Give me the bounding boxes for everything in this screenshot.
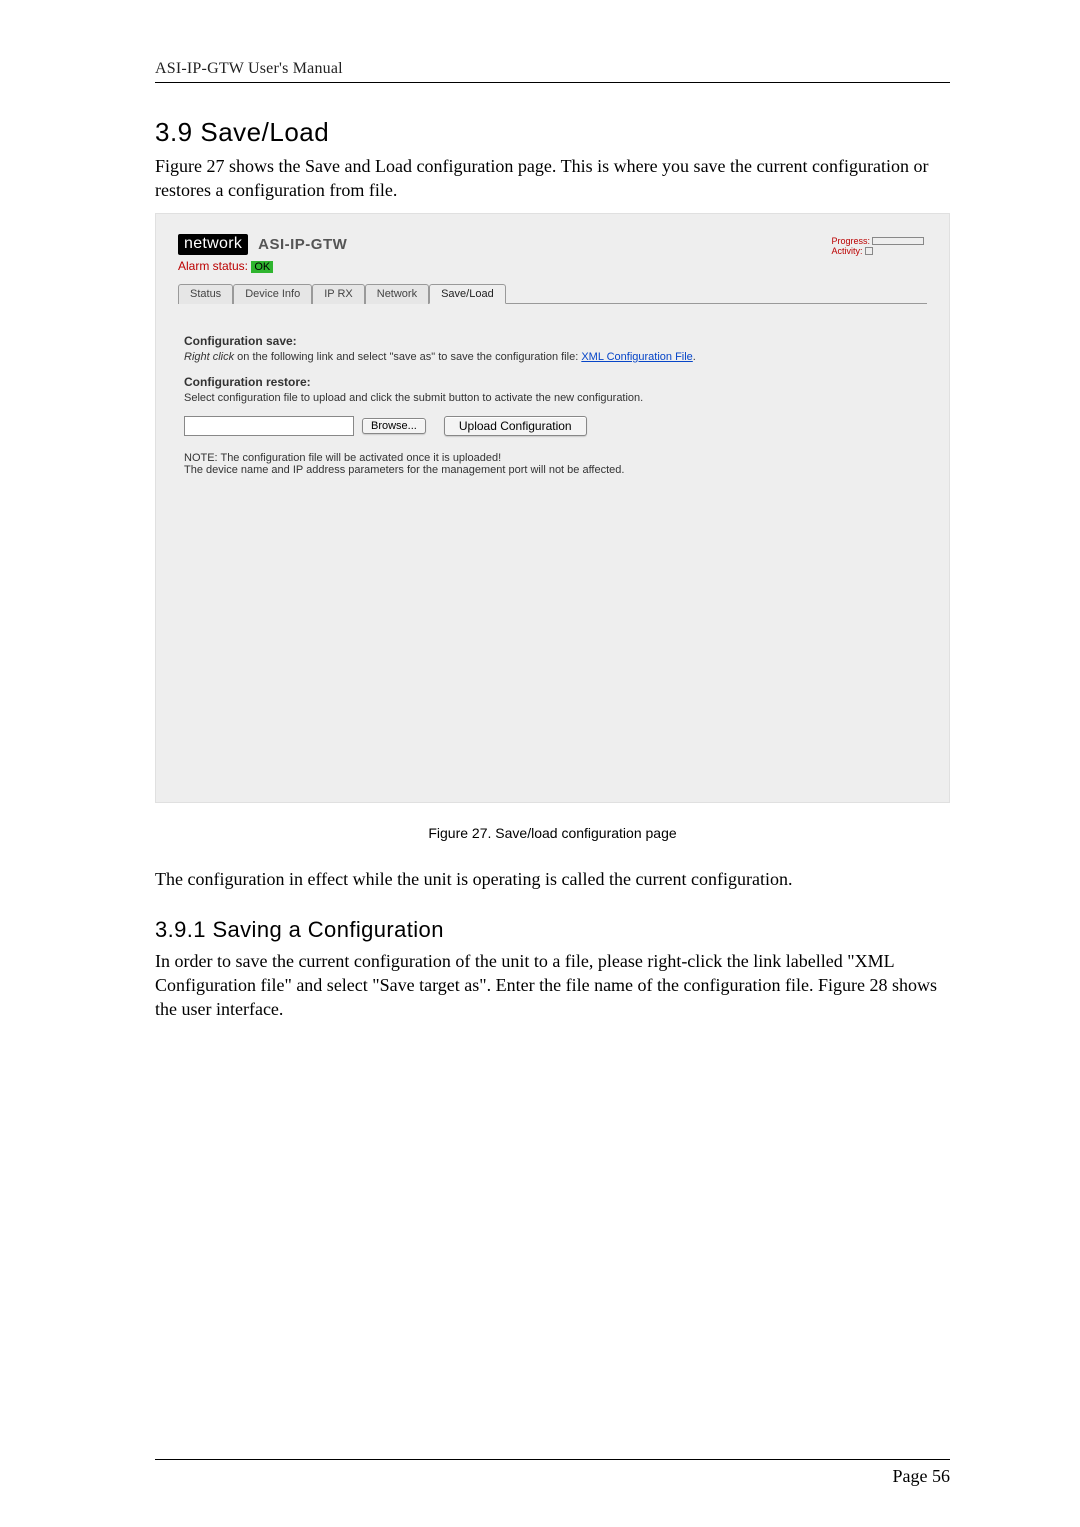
config-save-suffix: .	[693, 351, 696, 363]
file-path-input[interactable]	[184, 416, 354, 436]
config-save-mid: on the following link and select "save a…	[234, 351, 581, 363]
config-restore-text: Select configuration file to upload and …	[184, 392, 921, 404]
page-footer: Page 56	[155, 1459, 950, 1487]
figure-caption: Figure 27. Save/load configuration page	[155, 825, 950, 841]
upload-row: Browse... Upload Configuration	[184, 416, 921, 436]
section-intro: Figure 27 shows the Save and Load config…	[155, 154, 950, 203]
config-save-heading: Configuration save:	[184, 334, 921, 348]
xml-config-link[interactable]: XML Configuration File	[581, 351, 692, 363]
running-header: ASI-IP-GTW User's Manual	[155, 60, 950, 83]
alarm-value: OK	[251, 261, 273, 273]
progress-bar	[872, 237, 924, 245]
tab-status[interactable]: Status	[178, 284, 233, 304]
subsection-body: In order to save the current configurati…	[155, 949, 950, 1022]
browse-button[interactable]: Browse...	[362, 418, 426, 434]
upload-button[interactable]: Upload Configuration	[444, 416, 587, 436]
note-line1: NOTE: The configuration file will be act…	[184, 452, 501, 464]
tab-save-load[interactable]: Save/Load	[429, 284, 506, 304]
tab-device-info[interactable]: Device Info	[233, 284, 312, 304]
tab-network[interactable]: Network	[365, 284, 429, 304]
logo-badge: network	[178, 234, 248, 255]
tab-bar: Status Device Info IP RX Network Save/Lo…	[178, 283, 927, 304]
config-save-emph: Right click	[184, 351, 234, 363]
note-line2: The device name and IP address parameter…	[184, 464, 624, 476]
indicator-block: Progress: Activity:	[831, 236, 924, 256]
alarm-status: Alarm status: OK	[178, 259, 927, 273]
alarm-label: Alarm status:	[178, 259, 248, 273]
tab-ip-rx[interactable]: IP RX	[312, 284, 365, 304]
activity-indicator	[865, 247, 873, 255]
config-save-text: Right click on the following link and se…	[184, 351, 921, 363]
progress-label: Progress:	[831, 236, 870, 246]
tab-content: Configuration save: Right click on the f…	[178, 304, 927, 476]
page-number: Page 56	[893, 1466, 951, 1486]
device-model: ASI-IP-GTW	[258, 236, 347, 253]
activity-label: Activity:	[831, 246, 862, 256]
config-restore-heading: Configuration restore:	[184, 375, 921, 389]
screenshot-figure: Progress: Activity: network ASI-IP-GTW A…	[155, 213, 950, 803]
subsection-title: 3.9.1 Saving a Configuration	[155, 917, 950, 943]
section-title: 3.9 Save/Load	[155, 117, 950, 148]
note-text: NOTE: The configuration file will be act…	[184, 452, 921, 476]
post-figure-paragraph: The configuration in effect while the un…	[155, 867, 950, 891]
